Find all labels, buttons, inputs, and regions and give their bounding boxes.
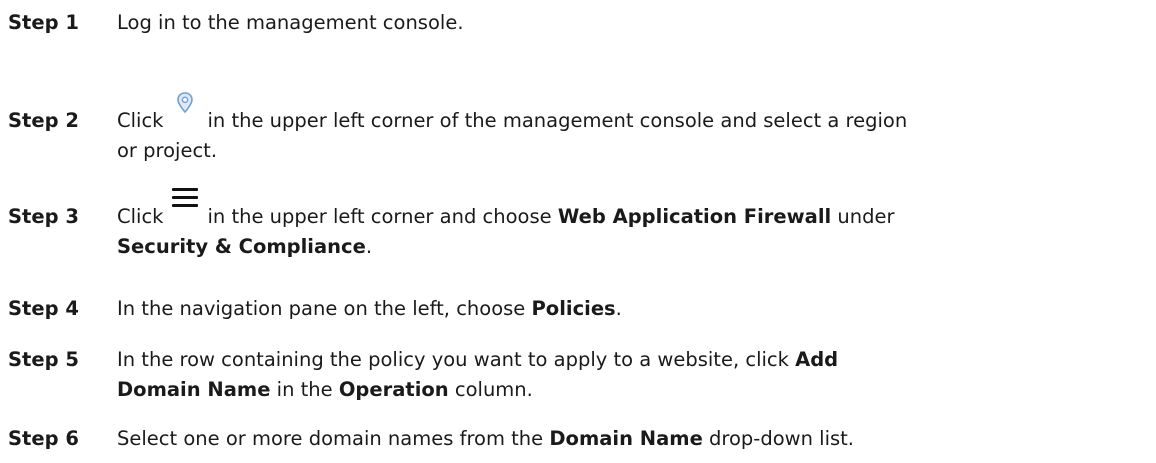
step-text-part: In the row containing the policy you wan… — [117, 348, 789, 371]
step-label: Step 6 — [8, 427, 79, 450]
hamburger-menu-icon — [169, 184, 201, 212]
step-label: Step 2 — [8, 109, 79, 132]
step-text-emphasis: Add — [795, 348, 839, 371]
step-text: In the navigation pane on the left, choo… — [117, 294, 1147, 324]
step-text-emphasis: Security & Compliance — [117, 235, 366, 258]
step-text-part: Click — [117, 205, 164, 228]
step-text: Select one or more domain names from the… — [117, 424, 1147, 454]
step-text-part: . — [615, 297, 622, 320]
step-label: Step 1 — [8, 11, 79, 34]
step-text-part: under — [837, 205, 895, 228]
step-text-part: drop-down list. — [709, 427, 854, 450]
procedure-steps: Step 1 Log in to the management console.… — [0, 0, 1156, 463]
location-pin-icon — [169, 90, 201, 116]
step-text-emphasis: Policies — [531, 297, 616, 320]
step-text-emphasis: Domain Name — [549, 427, 703, 450]
step-text-part: in the upper left corner and choose — [207, 205, 552, 228]
step-text-part: in the upper left corner of the manageme… — [207, 109, 908, 132]
step-text: Click in the upper left corner and choose… — [117, 188, 1147, 262]
step-label: Step 4 — [8, 297, 79, 320]
step-text-part: column. — [454, 378, 533, 401]
step-text: Click in the upper left corner of the man… — [117, 92, 1147, 166]
step-text-part: Select one or more domain names from the — [117, 427, 544, 450]
step-text-part: or project. — [117, 139, 218, 162]
step-text-emphasis: Domain Name — [117, 378, 271, 401]
step-label: Step 5 — [8, 348, 79, 371]
step-text-part: In the navigation pane on the left, choo… — [117, 297, 526, 320]
step-text-part: Click — [117, 109, 164, 132]
step-text: In the row containing the policy you wan… — [117, 345, 1147, 405]
step-text-emphasis: Web Application Firewall — [557, 205, 832, 228]
step-text-emphasis: Operation — [338, 378, 449, 401]
step-text-part: in the — [276, 378, 333, 401]
step-label: Step 3 — [8, 205, 79, 228]
step-text-part: Log in to the management console. — [117, 11, 464, 34]
step-text-part: . — [365, 235, 373, 258]
step-text: Log in to the management console. — [117, 8, 1147, 38]
